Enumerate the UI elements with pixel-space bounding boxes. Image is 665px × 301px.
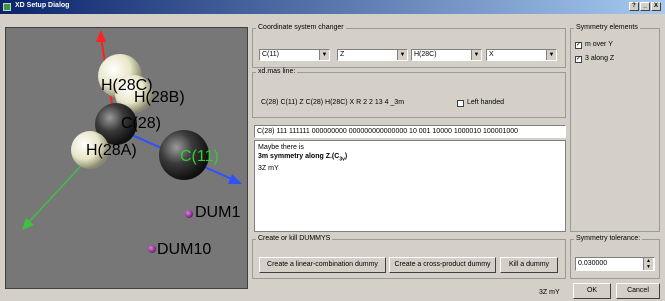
create-linear-dummy-button[interactable]: Create a linear-combination dummy [259, 257, 386, 273]
symmetry-code-field[interactable]: C(28) 111 111111 000000000 0000000000000… [254, 125, 566, 138]
chevron-down-icon: ▼ [546, 50, 556, 60]
atom-dum10 [148, 245, 156, 253]
axis1-select[interactable]: Z ▼ [337, 49, 408, 61]
message-symmetry-text: 3m symmetry along Z.(C [258, 153, 340, 160]
symmetry-group-title: Symmetry elements [574, 24, 640, 31]
tolerance-value: 0.030000 [578, 260, 608, 267]
coordinate-group: Coordinate system changer C(11) ▼ Z ▼ H(… [252, 24, 566, 68]
atom1-select[interactable]: C(11) ▼ [259, 49, 330, 61]
axis2-select[interactable]: X ▼ [486, 49, 557, 61]
symmetry-group: Symmetry elements ✓ m over Y ✓ 3 along Z [570, 24, 660, 232]
3-along-z-label: 3 along Z [585, 55, 615, 62]
atom-label: DUM1 [195, 204, 240, 221]
kill-dummy-button[interactable]: Kill a dummy [500, 257, 558, 273]
m-over-y-label: m over Y [585, 41, 613, 48]
atom-label: H(28A) [86, 142, 137, 159]
xdmas-group-title: xd.mas line: [256, 68, 298, 75]
molecule-canvas: H(28C) H(28B) C(28) H(28A) C(11) DUM1 DU… [22, 30, 242, 258]
atom-label: H(28B) [134, 89, 185, 106]
3-along-z-checkbox[interactable]: ✓ [575, 56, 582, 63]
left-handed-checkbox[interactable] [457, 100, 464, 107]
tolerance-group-title: Symmetry tolerance: [574, 235, 643, 242]
atom-dum1 [185, 210, 193, 218]
status-text: 3Z mY [539, 289, 560, 296]
left-handed-label: Left handed [467, 99, 504, 106]
m-over-y-checkbox[interactable]: ✓ [575, 42, 582, 49]
axis1-value: Z [340, 51, 345, 58]
y-axis-arrow [22, 218, 34, 230]
title-bar: XD Setup Dialog ? _ X [0, 0, 665, 14]
molecule-viewer[interactable]: H(28C) H(28B) C(28) H(28A) C(11) DUM1 DU… [5, 27, 248, 289]
create-cross-product-dummy-button[interactable]: Create a cross-product dummy [389, 257, 496, 273]
message-area: Maybe there is 3m symmetry along Z.(C3v)… [254, 140, 566, 232]
ok-button[interactable]: OK [573, 283, 611, 299]
x-axis-arrow [228, 174, 242, 184]
message-line-1: Maybe there is [258, 144, 304, 151]
chevron-down-icon: ▼ [319, 50, 329, 60]
xdmas-line: C(28) C(11) Z C(28) H(28C) X R 2 2 13 4 … [261, 99, 405, 106]
spinner-arrows-icon[interactable]: ▲ ▼ [643, 258, 653, 270]
minimize-button[interactable]: _ [640, 2, 650, 11]
atom1-value: C(11) [262, 51, 279, 58]
dummys-group-title: Create or kill DUMMYS [256, 235, 333, 242]
atom2-select[interactable]: H(28C) ▼ [411, 49, 482, 61]
message-line-2: 3m symmetry along Z.(C3v) [258, 152, 562, 164]
axis2-value: X [489, 51, 494, 58]
coordinate-group-title: Coordinate system changer [256, 24, 346, 31]
chevron-down-icon: ▼ [397, 50, 407, 60]
message-symmetry-close: ) [344, 153, 348, 160]
cancel-button[interactable]: Cancel [616, 283, 660, 299]
atom2-value: H(28C) [414, 51, 437, 58]
chevron-down-icon: ▼ [471, 50, 481, 60]
atom-label: DUM10 [157, 241, 211, 258]
dummys-group: Create or kill DUMMYS Create a linear-co… [252, 235, 566, 279]
message-line-3: 3Z mY [258, 165, 279, 173]
atom-label: C(28) [121, 115, 161, 132]
atom-label: C(11) [180, 148, 219, 165]
window-title: XD Setup Dialog [15, 2, 70, 9]
close-button[interactable]: X [651, 2, 661, 11]
app-icon [3, 3, 11, 11]
xdmas-group: xd.mas line: C(28) C(11) Z C(28) H(28C) … [252, 68, 566, 118]
z-axis-arrow [96, 30, 106, 42]
help-button[interactable]: ? [629, 2, 639, 11]
tolerance-group: Symmetry tolerance: 0.030000 ▲ ▼ [570, 235, 660, 279]
tolerance-spinner[interactable]: 0.030000 ▲ ▼ [575, 257, 655, 271]
